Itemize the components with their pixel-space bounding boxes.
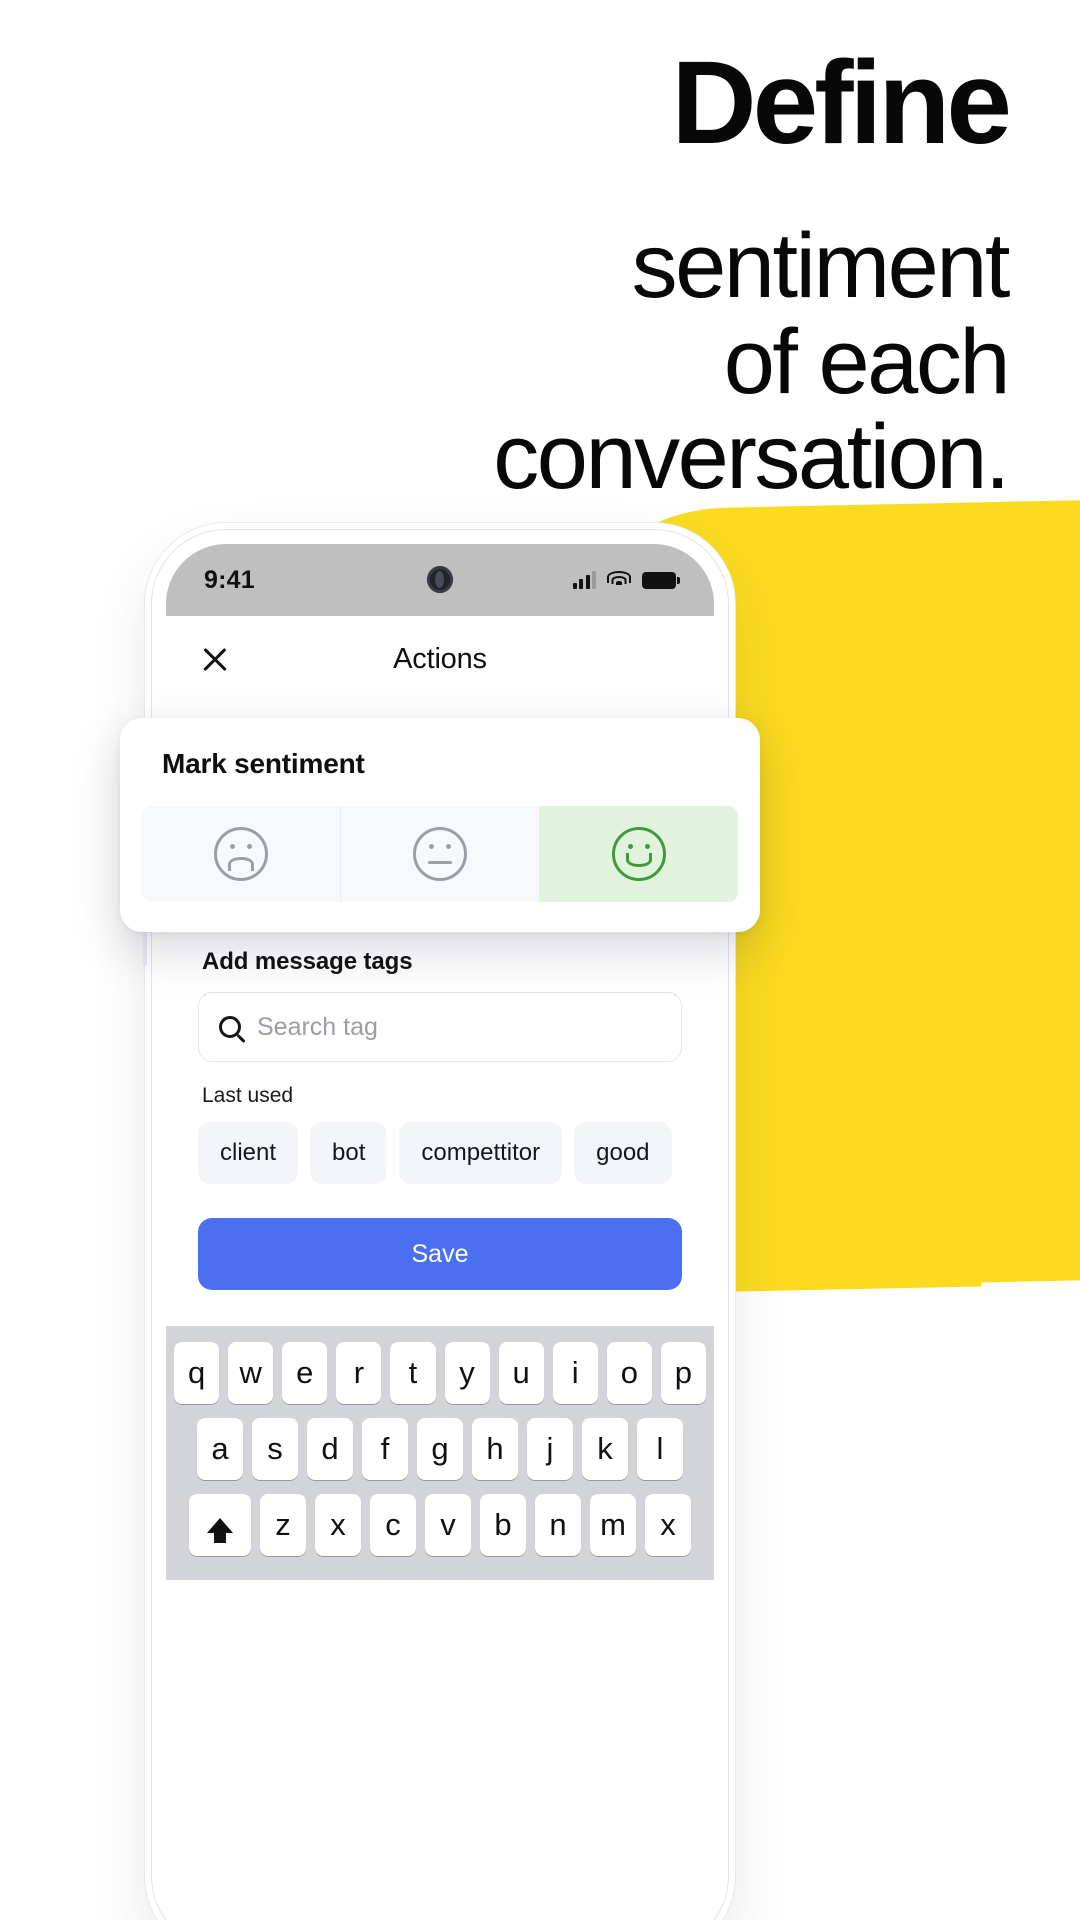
add-message-tags-label: Add message tags (202, 948, 413, 975)
key-r[interactable]: r (336, 1342, 382, 1404)
key-m[interactable]: m (590, 1494, 636, 1556)
happy-face-icon (612, 827, 666, 881)
key-y[interactable]: y (444, 1342, 490, 1404)
headline-line-4: conversation. (493, 405, 1010, 508)
key-c[interactable]: c (370, 1494, 416, 1556)
key-i[interactable]: i (552, 1342, 598, 1404)
status-icons (572, 571, 680, 589)
tag-chip[interactable]: bot (310, 1122, 388, 1184)
keyboard-row-3: z x c v b n m x (174, 1494, 706, 1556)
key-e[interactable]: e (282, 1342, 328, 1404)
key-u[interactable]: u (498, 1342, 544, 1404)
mark-sentiment-title: Mark sentiment (162, 748, 365, 779)
key-h[interactable]: h (472, 1418, 518, 1480)
status-bar: 9:41 (166, 544, 714, 616)
sad-face-icon (214, 827, 268, 881)
front-camera-icon (427, 566, 453, 593)
backspace-icon[interactable]: x (645, 1494, 691, 1556)
key-p[interactable]: p (660, 1342, 706, 1404)
key-a[interactable]: a (197, 1418, 243, 1480)
key-d[interactable]: d (307, 1418, 353, 1480)
search-icon (219, 1016, 241, 1038)
headline-line-3: of each (723, 310, 1011, 413)
key-g[interactable]: g (417, 1418, 463, 1480)
key-o[interactable]: o (606, 1342, 652, 1404)
key-q[interactable]: q (174, 1342, 220, 1404)
key-w[interactable]: w (228, 1342, 274, 1404)
key-l[interactable]: l (637, 1418, 683, 1480)
page-title: Define sentiment of each conversation. (0, 37, 1012, 508)
key-s[interactable]: s (252, 1418, 298, 1480)
sentiment-option-positive[interactable] (540, 806, 738, 902)
headline-line-2: sentiment (631, 215, 1011, 318)
close-icon[interactable] (200, 644, 230, 674)
key-n[interactable]: n (535, 1494, 581, 1556)
tag-chip[interactable]: compettitor (399, 1122, 563, 1184)
shift-icon[interactable] (189, 1494, 251, 1556)
tag-search-placeholder: Search tag (257, 1012, 378, 1041)
headline-line-1: Define (671, 37, 1012, 169)
wifi-icon (607, 571, 631, 589)
last-used-label: Last used (202, 1084, 294, 1107)
key-t[interactable]: t (390, 1342, 436, 1404)
tag-chip[interactable]: client (198, 1122, 299, 1184)
app-title: Actions (393, 642, 487, 675)
keyboard-row-2: a s d f g h j k l (174, 1418, 706, 1480)
key-v[interactable]: v (425, 1494, 471, 1556)
sentiment-options (142, 806, 738, 902)
on-screen-keyboard: q w e r t y u i o p a s d f g h j k l z … (166, 1326, 714, 1580)
sentiment-option-negative[interactable] (142, 806, 341, 902)
promo-screenshot: Define sentiment of each conversation. 9… (0, 0, 1080, 1920)
app-header: Actions (166, 616, 714, 702)
key-z[interactable]: z (260, 1494, 306, 1556)
mark-sentiment-card: Mark sentiment (120, 718, 760, 932)
key-x[interactable]: x (315, 1494, 361, 1556)
status-time: 9:41 (204, 565, 255, 594)
keyboard-row-1: q w e r t y u i o p (174, 1342, 706, 1404)
cellular-signal-icon (572, 571, 596, 589)
key-j[interactable]: j (527, 1418, 573, 1480)
last-used-chips: client bot compettitor good (198, 1122, 682, 1184)
key-b[interactable]: b (480, 1494, 526, 1556)
tag-search-field[interactable]: Search tag (198, 992, 682, 1062)
tag-chip[interactable]: good (574, 1122, 672, 1184)
save-button[interactable]: Save (198, 1218, 682, 1290)
key-f[interactable]: f (362, 1418, 408, 1480)
neutral-face-icon (413, 827, 467, 881)
key-k[interactable]: k (582, 1418, 628, 1480)
battery-full-icon (642, 571, 680, 589)
sentiment-option-neutral[interactable] (341, 806, 540, 902)
